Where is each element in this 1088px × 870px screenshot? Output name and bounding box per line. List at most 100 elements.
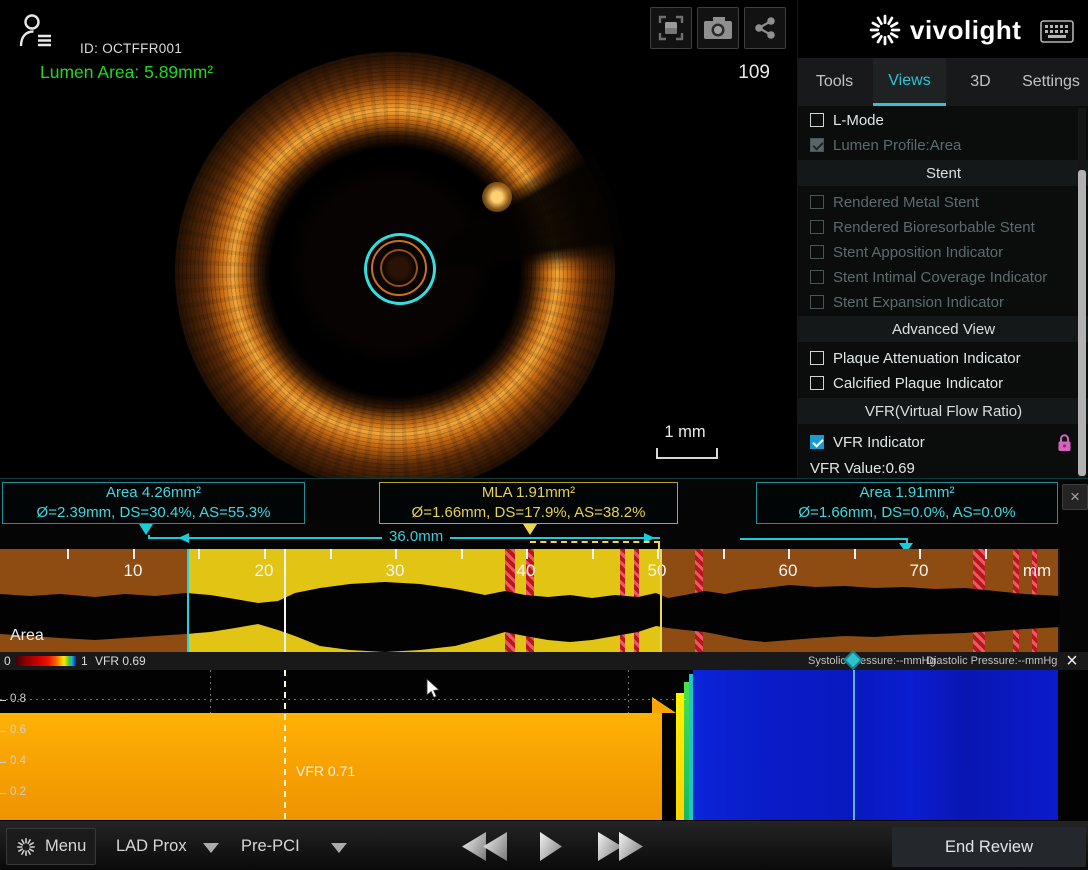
tab-3d[interactable]: 3D xyxy=(958,58,1003,106)
share-button[interactable] xyxy=(744,7,786,49)
tab-settings[interactable]: Settings xyxy=(1016,58,1086,106)
fast-forward-icon xyxy=(619,832,643,861)
share-icon xyxy=(753,15,777,41)
brand-row: vivolight xyxy=(798,0,1088,58)
frame-number: 109 xyxy=(714,62,770,84)
distal-bracket-line xyxy=(740,538,908,540)
rewind-button[interactable] xyxy=(462,832,507,861)
vfr-colorbar xyxy=(16,656,76,666)
right-panel: vivolight Tools Views 3D Settings xyxy=(797,0,1088,478)
play-button[interactable] xyxy=(540,832,562,866)
ruler-label: 70 xyxy=(899,561,939,581)
patient-id: ID: OCTFFR001 xyxy=(80,41,182,56)
close-profile-pane-button[interactable]: × xyxy=(1062,484,1088,510)
option-plaque-attenuation-indicator[interactable]: Plaque Attenuation Indicator xyxy=(798,346,1088,370)
current-frame-line[interactable] xyxy=(284,549,286,653)
measurement-detail: Ø=1.66mm, DS=0.0%, AS=0.0% xyxy=(798,503,1015,523)
lumen-profile-pane: Area 4.26mm² Ø=2.39mm, DS=30.4%, AS=55.3… xyxy=(0,478,1088,652)
fast-forward-icon xyxy=(598,832,622,861)
ruler-tick xyxy=(264,549,266,559)
option-calcified-plaque-indicator[interactable]: Calcified Plaque Indicator xyxy=(798,371,1088,395)
vfr-pane: 0 1 VFR 0.69 Systolic Pressure:--mmHg Di… xyxy=(0,652,1088,820)
fullscreen-icon xyxy=(658,15,684,41)
gridline-0.8 xyxy=(0,699,690,700)
end-review-label: End Review xyxy=(945,838,1033,857)
option-stent-apposition-indicator: Stent Apposition Indicator xyxy=(798,240,1088,264)
span-start-line[interactable] xyxy=(187,549,189,653)
measurement-box-mla[interactable]: MLA 1.91mm² Ø=1.66mm, DS=17.9%, AS=38.2% xyxy=(379,482,678,524)
ruler-label: 40 xyxy=(506,561,546,581)
vfr-pullback-map[interactable]: 0.8 0.6 0.4 0.2 VFR 0.71 xyxy=(0,670,1088,820)
checkbox xyxy=(810,270,824,284)
ruler-tick xyxy=(526,549,528,559)
vessel-dropdown-value: LAD Prox xyxy=(116,837,187,856)
gridline-vertical xyxy=(210,670,211,713)
ruler-label: 10 xyxy=(113,561,153,581)
ruler-tick xyxy=(198,549,200,559)
span-end-line[interactable] xyxy=(660,549,662,653)
rewind-icon xyxy=(462,832,486,861)
fullscreen-button[interactable] xyxy=(650,7,692,49)
option-l-mode[interactable]: L-Mode xyxy=(798,108,1088,132)
mla-stub xyxy=(658,541,660,549)
keyboard-icon[interactable] xyxy=(1040,20,1074,44)
gridline-vertical xyxy=(628,670,629,713)
ruler-label: 50 xyxy=(637,561,677,581)
chevron-down-icon[interactable] xyxy=(203,843,219,853)
longitudinal-strip[interactable]: 10 20 30 40 50 60 70 mm Area xyxy=(0,549,1060,653)
checkbox xyxy=(810,220,824,234)
mla-marker-triangle[interactable] xyxy=(523,524,537,535)
measurement-detail: Ø=2.39mm, DS=30.4%, AS=55.3% xyxy=(37,503,271,523)
menu-spinner-icon xyxy=(16,837,36,857)
option-vfr-indicator[interactable]: VFR Indicator xyxy=(798,430,1088,454)
vfr-transition-yellow xyxy=(676,693,684,820)
ruler-unit: mm xyxy=(1017,561,1057,581)
section-header-vfr: VFR(Virtual Flow Ratio) xyxy=(798,398,1088,424)
oct-image-pane[interactable]: ID: OCTFFR001 Lumen Area: 5.89mm² 109 xyxy=(0,0,797,478)
checkbox-checked xyxy=(810,435,824,449)
fast-forward-button[interactable] xyxy=(598,832,643,861)
ruler-tick xyxy=(461,549,463,559)
measurement-box-proximal[interactable]: Area 4.26mm² Ø=2.39mm, DS=30.4%, AS=55.3… xyxy=(2,482,305,524)
patient-info[interactable]: ID: OCTFFR001 xyxy=(18,10,318,50)
chevron-down-icon[interactable] xyxy=(331,843,347,853)
tab-tools[interactable]: Tools xyxy=(803,58,866,106)
span-arrow-left xyxy=(178,533,189,543)
checkbox xyxy=(810,113,824,127)
close-icon: × xyxy=(1070,487,1080,507)
brand-name: vivolight xyxy=(910,15,1021,46)
measurement-box-distal[interactable]: Area 1.91mm² Ø=1.66mm, DS=0.0%, AS=0.0% xyxy=(756,482,1058,524)
ruler-tick xyxy=(133,549,135,559)
menu-button[interactable]: Menu xyxy=(6,828,96,865)
end-review-button[interactable]: End Review xyxy=(892,827,1086,867)
vfr-frame-cursor[interactable] xyxy=(284,670,286,820)
patient-icon xyxy=(18,12,54,50)
oct-workstation-screen: ID: OCTFFR001 Lumen Area: 5.89mm² 109 xyxy=(0,0,1088,870)
bottom-bar: Menu LAD Prox Pre-PCI End Review xyxy=(0,820,1088,870)
section-header-stent: Stent xyxy=(798,160,1088,186)
panel-scrollbar-thumb[interactable] xyxy=(1078,170,1086,476)
play-icon xyxy=(540,832,562,861)
measurement-title: Area 4.26mm² xyxy=(106,483,201,503)
vfr-header-value: VFR 0.69 xyxy=(95,654,146,668)
checkbox xyxy=(810,195,824,209)
menu-label: Menu xyxy=(45,837,86,856)
camera-icon xyxy=(703,15,733,41)
snapshot-button[interactable] xyxy=(697,7,739,49)
option-stent-intimal-coverage-indicator: Stent Intimal Coverage Indicator xyxy=(798,265,1088,289)
y-axis-tick xyxy=(0,793,6,794)
vivolight-logo-icon xyxy=(868,13,902,47)
section-header-advanced-view: Advanced View xyxy=(798,316,1088,342)
ruler-tick xyxy=(67,549,69,559)
lock-icon xyxy=(1056,433,1073,452)
y-axis-tick xyxy=(0,700,6,701)
checkbox-checked xyxy=(810,138,824,152)
tab-views[interactable]: Views xyxy=(873,58,946,106)
lumen-area-readout: Lumen Area: 5.89mm² xyxy=(40,62,213,83)
pressure-marker-line[interactable] xyxy=(853,670,855,820)
vfr-cursor-value: VFR 0.71 xyxy=(296,763,355,779)
close-vfr-pane-button[interactable]: × xyxy=(1060,650,1084,672)
proximal-marker-triangle[interactable] xyxy=(139,524,153,535)
rewind-icon xyxy=(483,832,507,861)
y-axis-tick xyxy=(0,731,6,732)
